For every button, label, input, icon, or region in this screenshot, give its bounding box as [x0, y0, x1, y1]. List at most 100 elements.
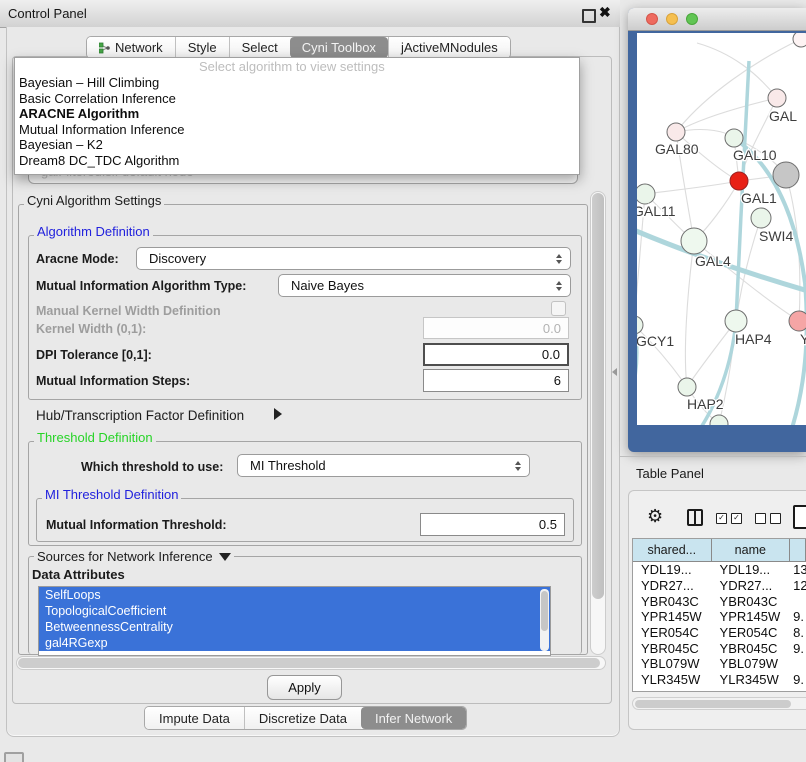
- float-panel-icon[interactable]: [582, 9, 596, 23]
- network-graph: GALGAL80GAL10GAL1GAL11SWI4GAL4GCY1HAP4YH…: [637, 33, 806, 425]
- minimized-panel-icon[interactable]: [4, 752, 24, 762]
- network-node-y[interactable]: [789, 311, 806, 331]
- algorithm-dropdown-list: Bayesian – Hill ClimbingBasic Correlatio…: [15, 75, 579, 169]
- network-edge[interactable]: [645, 181, 739, 194]
- tab-discretize-data[interactable]: Discretize Data: [244, 707, 361, 729]
- tab-style[interactable]: Style: [175, 37, 229, 58]
- attributes-scrollbar[interactable]: [540, 589, 549, 651]
- mi-threshold-field[interactable]: [420, 513, 565, 536]
- table-cell: 9.: [790, 609, 806, 624]
- settings-vscrollbar-thumb[interactable]: [592, 193, 604, 599]
- network-edge[interactable]: [765, 421, 806, 425]
- tab-impute-data[interactable]: Impute Data: [145, 707, 244, 729]
- data-attribute-item[interactable]: TopologicalCoefficient: [39, 603, 550, 619]
- network-window-titlebar[interactable]: [628, 8, 806, 31]
- settings-hscrollbar-thumb[interactable]: [18, 658, 600, 668]
- table-cell: YBR045C: [712, 641, 791, 656]
- table-row[interactable]: YLR345WYLR345W9.: [633, 672, 806, 688]
- network-edge[interactable]: [667, 61, 749, 425]
- table-row[interactable]: YDR27...YDR27...12: [633, 578, 806, 594]
- table-row[interactable]: YBR043CYBR043C: [633, 593, 806, 609]
- tab-select[interactable]: Select: [229, 37, 290, 58]
- network-node-swi4[interactable]: [751, 208, 771, 228]
- network-edge[interactable]: [697, 43, 777, 98]
- algorithm-option[interactable]: Bayesian – K2: [15, 137, 579, 153]
- zoom-window-icon[interactable]: [686, 13, 698, 25]
- table-body: YDL19...YDL19...13YDR27...YDR27...12YBR0…: [633, 562, 806, 692]
- algorithm-option[interactable]: ARACNE Algorithm: [15, 106, 579, 122]
- table-cell: 12: [790, 578, 806, 593]
- minimize-window-icon[interactable]: [666, 13, 678, 25]
- tab-network[interactable]: Network: [87, 37, 175, 58]
- apply-button[interactable]: Apply: [267, 675, 342, 700]
- threshold-definition-title: Threshold Definition: [34, 430, 156, 445]
- table-row[interactable]: YDL19...YDL19...13: [633, 562, 806, 578]
- network-node-hap4[interactable]: [725, 310, 747, 332]
- table-cell: 13: [790, 562, 806, 577]
- close-window-icon[interactable]: [646, 13, 658, 25]
- column-header[interactable]: name: [712, 539, 791, 561]
- algorithm-option[interactable]: Mutual Information Inference: [15, 122, 579, 138]
- dpi-tolerance-field[interactable]: [423, 343, 569, 366]
- table-cell: YBR045C: [633, 641, 712, 656]
- network-node-hap2[interactable]: [678, 378, 696, 396]
- network-node[interactable]: [773, 162, 799, 188]
- node-label: GAL11: [637, 203, 676, 219]
- data-attribute-item[interactable]: gal4RGexp: [39, 635, 550, 651]
- kernel-width-field[interactable]: [423, 317, 569, 339]
- algorithm-option[interactable]: Basic Correlation Inference: [15, 91, 579, 107]
- table-row[interactable]: YER054CYER054C8.: [633, 625, 806, 641]
- column-header[interactable]: shared...: [633, 539, 712, 561]
- network-node-gal11[interactable]: [637, 184, 655, 204]
- network-node[interactable]: [793, 33, 806, 47]
- sources-collapse-icon[interactable]: [219, 553, 231, 561]
- network-node[interactable]: [710, 415, 728, 425]
- tab-label: Network: [115, 40, 163, 55]
- network-node-gal80[interactable]: [667, 123, 685, 141]
- column-header[interactable]: [790, 539, 806, 561]
- network-node-gal1[interactable]: [730, 172, 748, 190]
- table-cell: 9.: [790, 641, 806, 656]
- table-row[interactable]: YBR045CYBR045C9.: [633, 640, 806, 656]
- panel-divider-arrow[interactable]: [612, 368, 617, 376]
- table-row[interactable]: YPR145WYPR145W9.: [633, 609, 806, 625]
- algorithm-option[interactable]: Dream8 DC_TDC Algorithm: [15, 153, 579, 169]
- which-threshold-combo[interactable]: MI Threshold: [237, 454, 530, 477]
- hub-expand-icon[interactable]: [274, 408, 282, 420]
- tab-infer-network[interactable]: Infer Network: [361, 707, 466, 729]
- manual-kernel-width-checkbox[interactable]: [551, 301, 566, 316]
- network-edge[interactable]: [685, 241, 694, 387]
- manual-kernel-width-label: Manual Kernel Width Definition: [36, 304, 221, 318]
- network-node-gcy1[interactable]: [637, 316, 643, 334]
- network-node-gal10[interactable]: [725, 129, 743, 147]
- select-all-checks-icon[interactable]: ✓✓: [716, 513, 742, 524]
- gear-icon[interactable]: ⚙: [647, 506, 663, 527]
- network-canvas[interactable]: GALGAL80GAL10GAL1GAL11SWI4GAL4GCY1HAP4YH…: [637, 33, 806, 425]
- algorithm-option[interactable]: Bayesian – Hill Climbing: [15, 75, 579, 91]
- table-row[interactable]: YIL052CYIL052C9.: [633, 688, 806, 693]
- tab-jactivemnodules[interactable]: jActiveMNodules: [388, 37, 510, 58]
- network-node-gal4[interactable]: [681, 228, 707, 254]
- mi-algorithm-type-value: Naive Bayes: [291, 278, 364, 293]
- table-hscrollbar[interactable]: [632, 697, 806, 710]
- deselect-all-checks-icon[interactable]: [755, 513, 781, 524]
- node-label: GAL1: [741, 190, 777, 206]
- combo-spinner-icon: [556, 281, 562, 291]
- mi-algorithm-type-combo[interactable]: Naive Bayes: [278, 274, 571, 297]
- network-node-gal[interactable]: [768, 89, 786, 107]
- table-cell: 9.: [790, 688, 806, 692]
- table-cell: YIL052C: [633, 688, 712, 692]
- data-attribute-item[interactable]: BetweennessCentrality: [39, 619, 550, 635]
- columns-icon[interactable]: [687, 509, 703, 526]
- dpi-tolerance-label: DPI Tolerance [0,1]:: [36, 348, 152, 362]
- mi-steps-field[interactable]: [423, 369, 569, 392]
- tab-cyni-toolbox[interactable]: Cyni Toolbox: [290, 37, 388, 58]
- aracne-mode-combo[interactable]: Discovery: [136, 247, 571, 270]
- network-edge[interactable]: [787, 283, 806, 425]
- table-cell: YDR27...: [633, 578, 712, 593]
- close-panel-icon[interactable]: ✖: [599, 4, 611, 21]
- table-row[interactable]: YBL079WYBL079W: [633, 656, 806, 672]
- document-icon[interactable]: [793, 505, 806, 529]
- data-attribute-item[interactable]: SelfLoops: [39, 587, 550, 603]
- table-cell: YER054C: [712, 625, 791, 640]
